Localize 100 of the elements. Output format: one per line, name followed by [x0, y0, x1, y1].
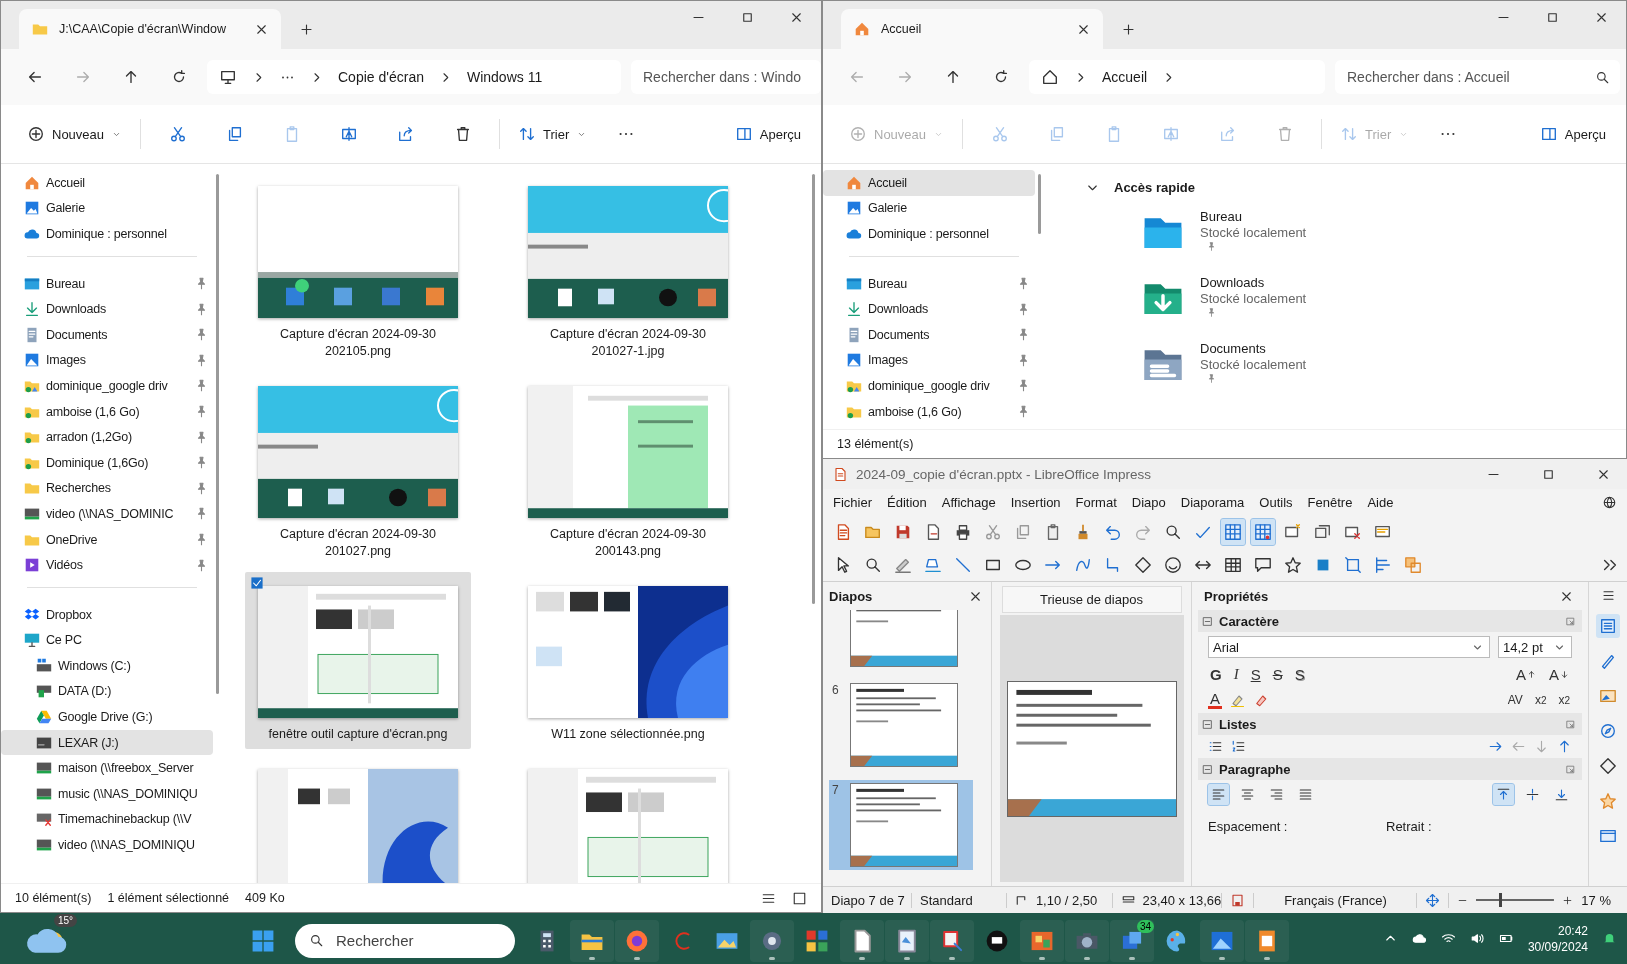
font-color-button[interactable]: A	[1208, 691, 1222, 709]
address-bar[interactable]: Copie d'écran Windows 11	[207, 60, 621, 94]
nav-item[interactable]: video (\\NAS_DOMINIC	[1, 501, 213, 527]
menu-item[interactable]: Affichage	[941, 494, 996, 510]
nav-item[interactable]: maison (\\freebox_Server	[1, 755, 213, 782]
file-tile[interactable]: Capture d'écran 2024-09-30 202105.png	[245, 172, 471, 366]
nav-item[interactable]: Dominique (1,6Go)	[1, 449, 213, 476]
menu-item[interactable]: Aide	[1367, 494, 1394, 510]
folder-name[interactable]: Documents	[1200, 341, 1307, 356]
nav-item[interactable]: Ce PC	[1, 627, 213, 654]
folder-name[interactable]: Downloads	[1200, 275, 1307, 290]
window-tab[interactable]: J:\CAA\Copie d'écran\Window	[19, 9, 281, 49]
format-button[interactable]: AV	[1505, 693, 1525, 707]
font-size-field[interactable]: 14,2 pt	[1498, 636, 1572, 658]
nav-item[interactable]: Accueil	[823, 170, 1035, 196]
clock-time[interactable]: 20:42	[1557, 922, 1588, 939]
search-field[interactable]: Rechercher	[295, 923, 515, 958]
nav-item[interactable]: Bureau	[823, 270, 1035, 297]
nav-item[interactable]: Google Drive (G:)	[1, 704, 213, 730]
section-header[interactable]: Accès rapide	[1085, 180, 1626, 195]
nav-item[interactable]: music (\\NAS_DOMINIQU	[1, 781, 213, 807]
nav-item[interactable]: Documents	[1, 321, 213, 348]
file-tile[interactable]: Capture d'écran 2024-09-30 200143.png	[515, 372, 741, 566]
file-tile[interactable]: Capture d'écran 2024-09-30 201027-1.jpg	[515, 172, 741, 366]
search-input[interactable]: Rechercher	[334, 931, 501, 950]
new-button[interactable]: Nouveau	[21, 119, 129, 149]
format-button[interactable]: S	[1270, 666, 1285, 683]
nav-item[interactable]: arradon (1,2Go)	[1, 424, 213, 450]
sort-button[interactable]: Trier	[512, 119, 594, 149]
format-button[interactable]: S	[1292, 666, 1307, 683]
nav-item[interactable]: Dominique : personnel	[823, 221, 1035, 247]
format-button[interactable]: G	[1208, 666, 1224, 683]
format-button[interactable]: I	[1231, 666, 1241, 683]
font-size-button[interactable]: A	[1547, 666, 1572, 683]
preview-button[interactable]: Aperçu	[1533, 119, 1612, 149]
breadcrumb[interactable]: Windows 11	[466, 69, 543, 85]
nav-item[interactable]: LEXAR (J:)	[1, 729, 213, 756]
menu-item[interactable]: Format	[1075, 494, 1117, 510]
section-header[interactable]: Paragraphe	[1198, 758, 1582, 780]
menu-item[interactable]: Diaporama	[1180, 494, 1245, 510]
breadcrumb[interactable]: Copie d'écran	[338, 69, 424, 85]
nav-item[interactable]: Downloads	[823, 296, 1035, 322]
nav-item[interactable]: Timemachinebackup (\\V	[1, 806, 213, 833]
menu-item[interactable]: Insertion	[1010, 494, 1061, 510]
slide-thumbnail[interactable]: 7	[829, 780, 973, 870]
nav-item[interactable]: Dropbox	[1, 601, 213, 628]
nav-item[interactable]: Galerie	[1, 195, 213, 222]
file-tile[interactable]: Capture d'écran 2024-09-30 201027.png	[245, 372, 471, 566]
file-tile[interactable]: W11 zone sélectionnée.png	[515, 572, 741, 749]
font-name-field[interactable]: Arial	[1208, 636, 1490, 658]
menu-item[interactable]: Fenêtre	[1307, 494, 1353, 510]
nav-item[interactable]: Galerie	[823, 195, 1035, 222]
format-button[interactable]: S	[1248, 666, 1263, 683]
menu-item[interactable]: Édition	[887, 494, 927, 510]
slide-thumbnail[interactable]: 6	[829, 680, 973, 770]
section-header[interactable]: Listes	[1198, 713, 1582, 735]
folder-name[interactable]: Bureau	[1200, 209, 1307, 224]
nav-item[interactable]: Vidéos	[1, 552, 213, 578]
spacing-label: Espacement :	[1208, 819, 1289, 834]
nav-item[interactable]: video (\\NAS_DOMINIQU	[1, 832, 213, 858]
font-size-button[interactable]: A	[1513, 666, 1539, 683]
nav-item[interactable]: Recherches	[1, 475, 213, 502]
preview-button[interactable]: Aperçu	[728, 119, 807, 149]
nav-item[interactable]: Images	[1, 347, 213, 374]
nav-item[interactable]: Accueil	[1, 170, 213, 196]
status-text: 23,40 x 13,66	[1142, 892, 1222, 908]
window-tab[interactable]: Accueil	[841, 9, 1103, 49]
file-name: Capture d'écran 2024-09-30 200143.png	[549, 526, 707, 560]
address-bar[interactable]: Accueil	[1029, 60, 1325, 94]
tab-title: Accueil	[881, 22, 922, 36]
nav-item[interactable]: Documents	[823, 321, 1035, 348]
nav-item[interactable]: OneDrive	[1, 526, 213, 553]
search-field[interactable]: Rechercher dans : Accueil	[1335, 60, 1620, 94]
nav-item[interactable]: Downloads	[1, 296, 213, 322]
file-name: fenêtre outil capture d'écran.png	[267, 726, 449, 743]
taskbar-button[interactable]: 34	[1110, 919, 1154, 962]
file-tile[interactable]: fenêtre outil capture d'écran.png	[245, 572, 471, 749]
nav-item[interactable]: Dominique : personnel	[1, 221, 213, 247]
menu-item[interactable]: Fichier	[833, 494, 872, 510]
nav-item[interactable]: DATA (D:)	[1, 678, 213, 705]
search-field[interactable]: Rechercher dans : Windo	[631, 60, 821, 94]
panel-title: Propriétés	[1204, 588, 1269, 604]
nav-item[interactable]: dominique_google driv	[823, 373, 1035, 399]
status-text: 10 élément(s)	[15, 891, 92, 905]
breadcrumb[interactable]: Accueil	[1102, 69, 1148, 85]
menu-item[interactable]: Diapo	[1131, 494, 1166, 510]
search-input[interactable]: Rechercher dans : Windo	[641, 68, 811, 86]
nav-item[interactable]: Bureau	[1, 270, 213, 297]
view-tab[interactable]: Trieuse de diapos	[1001, 586, 1182, 613]
nav-item[interactable]: Images	[823, 347, 1035, 374]
status-text: Standard	[920, 892, 1007, 908]
clock-date[interactable]: 30/09/2024	[1527, 938, 1588, 955]
menu-item[interactable]: Outils	[1259, 494, 1293, 510]
section-header[interactable]: Caractère	[1198, 610, 1582, 632]
nav-item[interactable]: amboise (1,6 Go)	[1, 398, 213, 425]
nav-item[interactable]: Windows (C:)	[1, 653, 213, 679]
nav-item[interactable]: amboise (1,6 Go)	[823, 398, 1035, 425]
nav-item[interactable]: dominique_google driv	[1, 373, 213, 399]
slide-number: 6	[832, 683, 840, 697]
search-input[interactable]: Rechercher dans : Accueil	[1345, 68, 1595, 86]
